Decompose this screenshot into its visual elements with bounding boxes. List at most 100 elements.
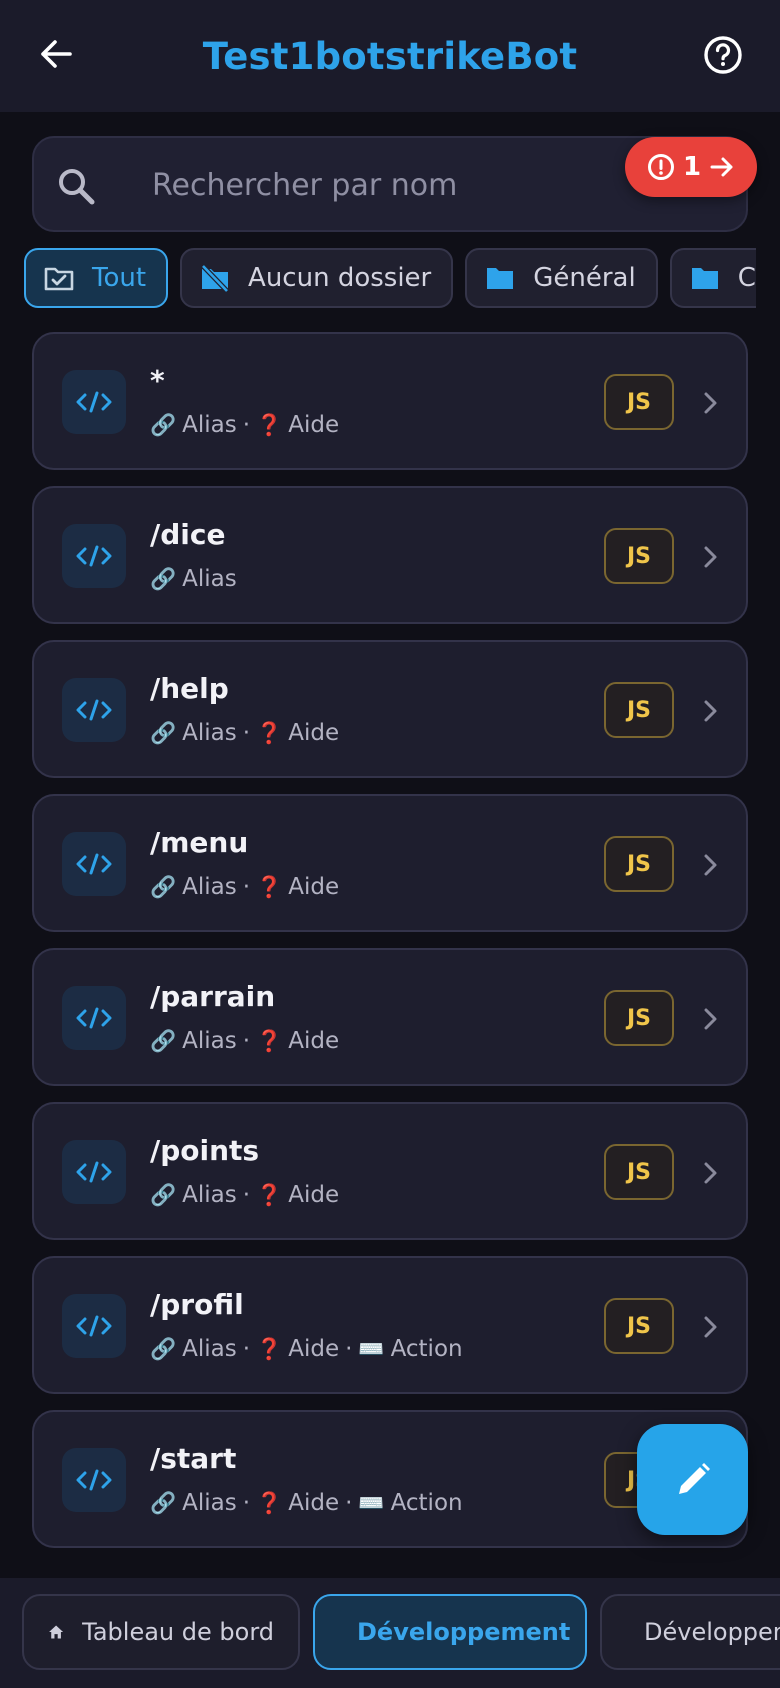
chevron-right-icon <box>694 1003 726 1035</box>
command-name: /profil <box>150 1288 244 1321</box>
meta-emoji: 🔗 <box>150 566 177 591</box>
meta-separator: · <box>242 720 251 746</box>
error-count: 1 <box>682 152 702 182</box>
command-name: /menu <box>150 826 249 859</box>
command-meta: 🔗 Alias <box>150 566 237 592</box>
language-badge: JS <box>604 682 674 738</box>
arrow-right-icon <box>710 157 733 177</box>
code-icon <box>62 524 126 588</box>
command-card[interactable]: * 🔗 Alias · ❓ Aide JS <box>32 332 748 470</box>
meta-separator: · <box>345 1336 353 1362</box>
meta-label: Aide <box>288 1028 340 1054</box>
meta-emoji: 🔗 <box>150 874 177 899</box>
meta-label: Alias <box>182 1182 237 1208</box>
command-card[interactable]: /parrain 🔗 Alias · ❓ Aide JS <box>32 948 748 1086</box>
meta-label: Aide <box>288 412 340 438</box>
command-meta: 🔗 Alias · ❓ Aide · ⌨️ Action <box>150 1490 463 1516</box>
nav-ai-development[interactable]: Développement IA <box>600 1594 780 1670</box>
filter-chip-co[interactable]: Co <box>669 248 756 308</box>
nav-dashboard[interactable]: Tableau de bord <box>22 1594 300 1670</box>
folder-filter-bar: Tout Aucun dossier Général Co <box>24 248 756 310</box>
language-badge: JS <box>604 990 674 1046</box>
meta-separator: · <box>242 1182 251 1208</box>
folder-icon <box>487 268 514 289</box>
meta-label: Alias <box>182 412 237 438</box>
meta-emoji: ❓ <box>256 412 283 437</box>
command-card[interactable]: /profil 🔗 Alias · ❓ Aide · ⌨️ Action JS <box>32 1256 748 1394</box>
filter-chip-general[interactable]: Général <box>465 248 658 308</box>
code-icon <box>62 370 126 434</box>
help-circle-icon[interactable] <box>702 34 744 76</box>
meta-emoji: ❓ <box>256 1490 283 1515</box>
chevron-right-icon <box>694 541 726 573</box>
nav-label: Développement <box>357 1618 571 1646</box>
filter-chip-no-folder[interactable]: Aucun dossier <box>180 248 454 308</box>
edit-fab-button[interactable] <box>637 1424 748 1535</box>
filter-chip-all[interactable]: Tout <box>24 248 169 308</box>
filter-chip-label: Tout <box>92 263 147 293</box>
nav-development[interactable]: Développement <box>313 1594 587 1670</box>
error-badge[interactable]: 1 <box>625 137 757 197</box>
command-card[interactable]: /points 🔗 Alias · ❓ Aide JS <box>32 1102 748 1240</box>
meta-separator: · <box>345 1490 353 1516</box>
command-name: /dice <box>150 518 226 551</box>
meta-emoji: 🔗 <box>150 720 177 745</box>
meta-emoji: 🔗 <box>150 1028 177 1053</box>
home-icon <box>49 1625 64 1639</box>
command-meta: 🔗 Alias · ❓ Aide <box>150 874 339 900</box>
meta-separator: · <box>242 1336 251 1362</box>
meta-emoji: ⌨️ <box>358 1336 385 1361</box>
meta-label: Aide <box>288 1490 340 1516</box>
bottom-navigation: Tableau de bord Développement Développem… <box>0 1578 780 1688</box>
nav-label: Développement IA <box>644 1618 780 1646</box>
filter-chip-label: Co <box>737 263 756 293</box>
command-card[interactable]: /dice 🔗 Alias JS <box>32 486 748 624</box>
meta-label: Alias <box>182 1336 237 1362</box>
code-icon <box>62 986 126 1050</box>
meta-label: Aide <box>288 1182 340 1208</box>
meta-emoji: ❓ <box>256 720 283 745</box>
folder-off-icon <box>201 264 229 292</box>
back-arrow-icon[interactable] <box>36 34 76 74</box>
command-name: /help <box>150 672 229 705</box>
meta-label: Action <box>390 1490 463 1516</box>
chevron-right-icon <box>694 387 726 419</box>
language-badge: JS <box>604 1298 674 1354</box>
meta-label: Action <box>390 1336 463 1362</box>
command-list: * 🔗 Alias · ❓ Aide JS/dice 🔗 Alias JS/help 🔗 Alias ·… <box>32 332 748 1564</box>
meta-label: Alias <box>182 1490 237 1516</box>
meta-separator: · <box>242 1490 251 1516</box>
chevron-right-icon <box>694 1157 726 1189</box>
chevron-right-icon <box>694 695 726 727</box>
meta-emoji: ❓ <box>256 1028 283 1053</box>
code-icon <box>62 1294 126 1358</box>
meta-label: Aide <box>288 874 340 900</box>
meta-label: Alias <box>182 566 237 592</box>
language-badge: JS <box>604 528 674 584</box>
code-icon <box>62 1448 126 1512</box>
meta-emoji: ❓ <box>256 1336 283 1361</box>
language-badge: JS <box>604 836 674 892</box>
meta-label: Aide <box>288 1336 340 1362</box>
meta-emoji: 🔗 <box>150 412 177 437</box>
code-icon <box>62 678 126 742</box>
chevron-right-icon <box>694 849 726 881</box>
search-input[interactable] <box>152 160 632 210</box>
meta-label: Alias <box>182 720 237 746</box>
meta-emoji: ❓ <box>256 874 283 899</box>
command-name: /start <box>150 1442 237 1475</box>
meta-separator: · <box>242 1028 251 1054</box>
meta-label: Aide <box>288 720 340 746</box>
pencil-icon <box>678 1462 710 1494</box>
command-card[interactable]: /menu 🔗 Alias · ❓ Aide JS <box>32 794 748 932</box>
meta-label: Alias <box>182 874 237 900</box>
alert-circle-icon <box>647 154 674 180</box>
command-meta: 🔗 Alias · ❓ Aide <box>150 1028 339 1054</box>
folder-icon <box>691 268 718 289</box>
command-name: /points <box>150 1134 260 1167</box>
nav-label: Tableau de bord <box>82 1618 274 1646</box>
command-name: /parrain <box>150 980 276 1013</box>
command-card[interactable]: /help 🔗 Alias · ❓ Aide JS <box>32 640 748 778</box>
meta-emoji: 🔗 <box>150 1490 177 1515</box>
meta-emoji: ❓ <box>256 1182 283 1207</box>
